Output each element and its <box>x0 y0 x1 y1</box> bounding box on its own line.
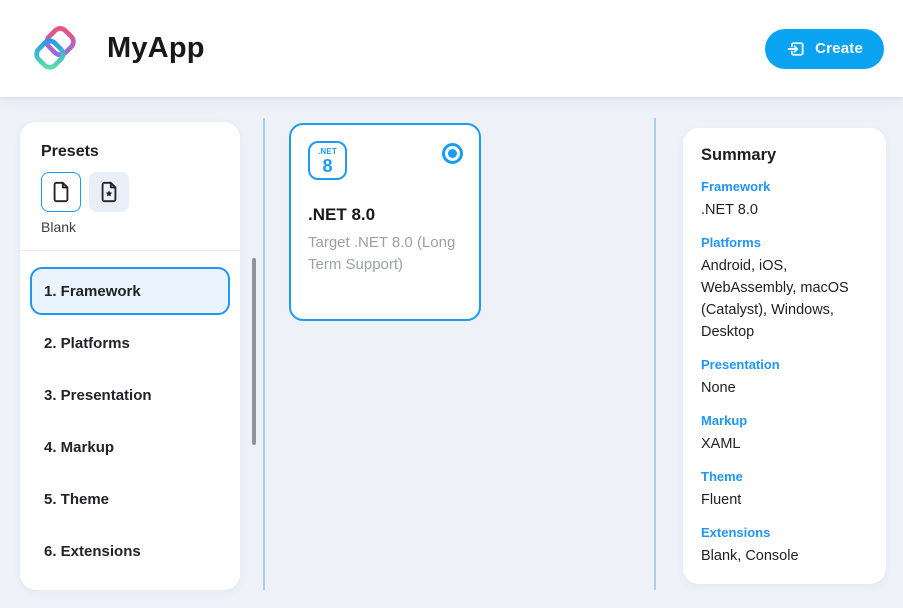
badge-number-label: 8 <box>322 157 332 175</box>
main-area: Presets Blank <box>0 97 903 608</box>
panel-divider-left <box>263 118 265 590</box>
wizard-sidebar: Presets Blank <box>20 122 240 590</box>
app-header: MyApp Create <box>0 0 903 97</box>
create-button[interactable]: Create <box>765 29 884 69</box>
dotnet8-badge-icon: .NET 8 <box>308 141 347 180</box>
summary-label: Platforms <box>701 235 868 250</box>
framework-option-card[interactable]: .NET 8 .NET 8.0 Target .NET 8.0 (Long Te… <box>289 123 481 321</box>
summary-label: Framework <box>701 179 868 194</box>
summary-heading: Summary <box>701 146 868 165</box>
summary-section-framework: Framework .NET 8.0 <box>701 179 868 221</box>
summary-label: Extensions <box>701 525 868 540</box>
framework-option-title: .NET 8.0 <box>308 205 463 225</box>
summary-section-markup: Markup XAML <box>701 413 868 455</box>
preset-template-button[interactable] <box>89 172 129 212</box>
enter-arrow-icon <box>786 39 806 59</box>
summary-value: Fluent <box>701 489 868 511</box>
summary-section-presentation: Presentation None <box>701 357 868 399</box>
preset-blank-button[interactable] <box>41 172 81 212</box>
framework-radio-selected[interactable] <box>442 143 463 164</box>
badge-top-label: .NET <box>318 148 337 156</box>
step-extensions[interactable]: 6. Extensions <box>30 527 230 575</box>
framework-option-description: Target .NET 8.0 (Long Term Support) <box>308 232 468 276</box>
panel-divider-right <box>654 118 656 590</box>
summary-value: Android, iOS, WebAssembly, macOS (Cataly… <box>701 255 868 343</box>
app-logo-icon <box>30 23 80 75</box>
create-button-label: Create <box>815 40 863 57</box>
step-markup[interactable]: 4. Markup <box>30 423 230 471</box>
step-presentation[interactable]: 3. Presentation <box>30 371 230 419</box>
starred-file-icon <box>98 181 120 203</box>
selected-preset-label: Blank <box>41 219 219 235</box>
preset-options <box>41 172 219 212</box>
summary-section-theme: Theme Fluent <box>701 469 868 511</box>
page-title: MyApp <box>107 32 205 65</box>
summary-label: Presentation <box>701 357 868 372</box>
summary-section-extensions: Extensions Blank, Console <box>701 525 868 567</box>
summary-value: XAML <box>701 433 868 455</box>
presets-heading: Presets <box>41 143 219 161</box>
wizard-steps: 1. Framework 2. Platforms 3. Presentatio… <box>20 251 240 575</box>
summary-label: Markup <box>701 413 868 428</box>
steps-scrollbar[interactable] <box>252 258 256 445</box>
summary-label: Theme <box>701 469 868 484</box>
blank-file-icon <box>50 181 72 203</box>
step-framework[interactable]: 1. Framework <box>30 267 230 315</box>
step-platforms[interactable]: 2. Platforms <box>30 319 230 367</box>
summary-value: .NET 8.0 <box>701 199 868 221</box>
step-theme[interactable]: 5. Theme <box>30 475 230 523</box>
summary-section-platforms: Platforms Android, iOS, WebAssembly, mac… <box>701 235 868 343</box>
summary-panel: Summary Framework .NET 8.0 Platforms And… <box>683 128 886 584</box>
summary-value: Blank, Console <box>701 545 868 567</box>
summary-value: None <box>701 377 868 399</box>
